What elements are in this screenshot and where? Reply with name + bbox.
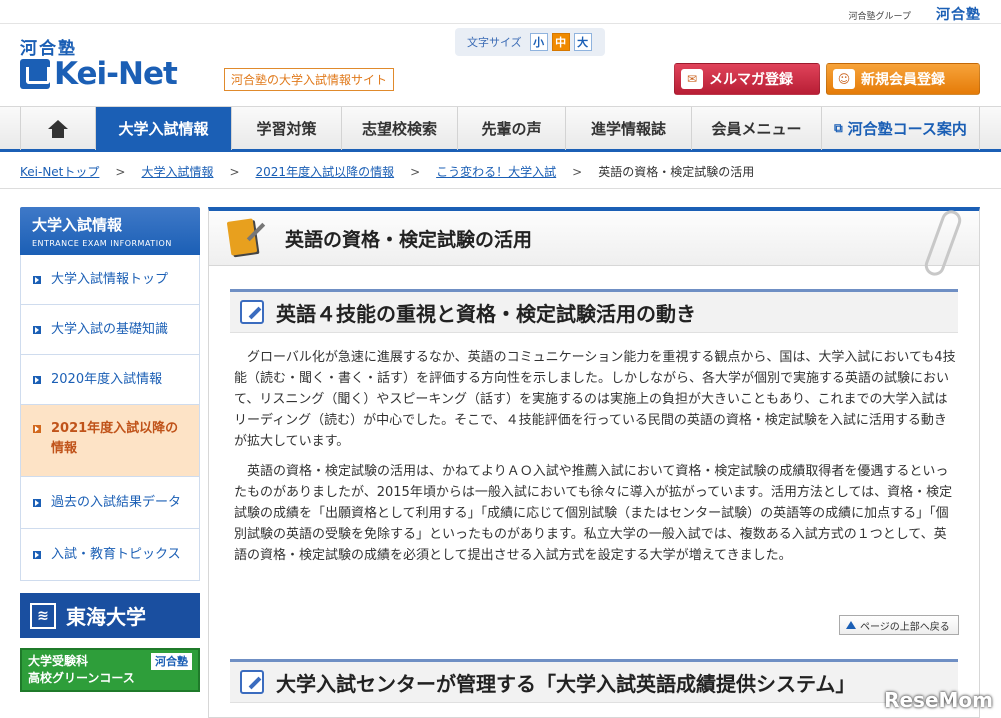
section-title-1: 英語４技能の重視と資格・検定試験活用の動き [276, 301, 696, 326]
arrow-bullet-icon [33, 275, 41, 284]
nav-exam-info[interactable]: 大学入試情報 [96, 107, 232, 150]
site-tagline: 河合塾の大学入試情報サイト [224, 68, 395, 91]
mailmag-register-button[interactable]: ✉ メルマガ登録 [674, 63, 820, 95]
nav-course-guide[interactable]: ⧉ 河合塾コース案内 [822, 107, 980, 150]
kei-net-logo-word: Kei-Net [54, 56, 178, 92]
font-size-label: 文字サイズ [467, 36, 522, 49]
arrow-bullet-icon [33, 550, 41, 559]
breadcrumb-exam-info[interactable]: 大学入試情報 [141, 163, 213, 180]
font-size-selector: 文字サイズ 小 中 大 [455, 28, 605, 56]
tokai-banner-label: 東海大学 [66, 605, 146, 629]
back-to-top-button[interactable]: ページの上部へ戻る [839, 615, 959, 635]
green-course-logo: 河合塾 [151, 653, 192, 670]
tokai-logo-icon: ≋ [30, 602, 56, 629]
breadcrumb-divider [0, 188, 1001, 189]
kei-net-logo[interactable]: Kei-Net [20, 56, 178, 92]
font-size-medium-button[interactable]: 中 [551, 33, 570, 51]
green-course-banner[interactable]: 大学受験科 高校グリーンコース 河合塾 [20, 648, 200, 692]
paragraph-1: グローバル化が急速に進展するなか、英語のコミュニケーション能力を重視する観点から… [234, 350, 956, 449]
breadcrumb-current: 英語の資格・検定試験の活用 [598, 165, 755, 179]
breadcrumb-separator: > [229, 164, 240, 179]
sidebar-item-label: 大学入試情報トップ [51, 271, 169, 287]
section-heading-1: 英語４技能の重視と資格・検定試験活用の動き [230, 289, 958, 333]
section-title-2: 大学入試センターが管理する「大学入試英語成績提供システム」 [276, 671, 856, 696]
resemom-watermark: ReseMom [884, 688, 993, 712]
paragraph-2: 英語の資格・検定試験の活用は、かねてよりＡＯ入試や推薦入試において資格・検定試験… [234, 464, 953, 563]
nav-magazine[interactable]: 進学情報誌 [566, 107, 692, 150]
section-heading-2: 大学入試センターが管理する「大学入試英語成績提供システム」 [230, 659, 958, 703]
sidebar-item-2021[interactable]: 2021年度入試以降の情報 [20, 405, 200, 477]
sidebar-subtitle: ENTRANCE EXAM INFORMATION [32, 239, 172, 248]
member-register-button[interactable]: ☺ 新規会員登録 [826, 63, 980, 95]
main-nav: 大学入試情報 学習対策 志望校検索 先輩の声 進学情報誌 会員メニュー ⧉ 河合… [0, 106, 1001, 152]
member-register-label: 新規会員登録 [861, 72, 945, 88]
sidebar-item-past-data[interactable]: 過去の入試結果データ [20, 477, 200, 529]
tokai-university-banner[interactable]: ≋ 東海大学 [20, 593, 200, 638]
sidebar-item-topics[interactable]: 入試・教育トピックス [20, 529, 200, 581]
sidebar-title: 大学入試情報 [32, 216, 123, 234]
sidebar: 大学入試情報 ENTRANCE EXAM INFORMATION 大学入試情報ト… [20, 207, 200, 581]
sidebar-item-label: 大学入試の基礎知識 [51, 321, 169, 337]
group-logo[interactable]: 河合塾 [936, 4, 981, 24]
sidebar-item-label: 過去の入試結果データ [51, 494, 182, 510]
arrow-bullet-icon [33, 325, 41, 334]
main-content: 英語の資格・検定試験の活用 英語４技能の重視と資格・検定試験活用の動き グローバ… [208, 207, 980, 718]
nav-member-menu[interactable]: 会員メニュー [692, 107, 822, 150]
nav-course-guide-label: 河合塾コース案内 [847, 120, 967, 138]
edit-icon [240, 300, 264, 324]
sidebar-item-top[interactable]: 大学入試情報トップ [20, 255, 200, 305]
people-icon: ☺ [833, 69, 855, 89]
arrow-bullet-icon [33, 498, 41, 507]
breadcrumb: Kei-Netトップ > 大学入試情報 > 2021年度入試以降の情報 > こう… [20, 163, 754, 180]
font-size-large-button[interactable]: 大 [573, 33, 592, 51]
nav-senpai[interactable]: 先輩の声 [458, 107, 566, 150]
mail-icon: ✉ [681, 69, 703, 89]
kei-net-logo-icon [20, 59, 50, 89]
nav-study[interactable]: 学習対策 [232, 107, 342, 150]
home-icon [48, 119, 68, 138]
breadcrumb-separator: > [410, 164, 421, 179]
breadcrumb-separator: > [572, 164, 583, 179]
arrow-bullet-icon [33, 425, 41, 433]
mailmag-register-label: メルマガ登録 [709, 72, 793, 88]
up-arrow-icon [846, 621, 856, 629]
notebook-icon [223, 218, 263, 258]
sidebar-item-label: 2020年度入試情報 [51, 371, 163, 387]
group-text: 河合塾グループ [848, 12, 911, 22]
top-strip: 河合塾グループ 河合塾 [0, 0, 1001, 24]
nav-school-search[interactable]: 志望校検索 [342, 107, 458, 150]
breadcrumb-top[interactable]: Kei-Netトップ [20, 163, 99, 180]
breadcrumb-separator: > [115, 164, 126, 179]
page-header: 英語の資格・検定試験の活用 [209, 211, 979, 266]
sidebar-item-2020[interactable]: 2020年度入試情報 [20, 355, 200, 405]
breadcrumb-changes[interactable]: こう変わる！大学入試 [436, 163, 556, 180]
arrow-bullet-icon [33, 375, 41, 384]
sidebar-header: 大学入試情報 ENTRANCE EXAM INFORMATION [20, 207, 200, 255]
sidebar-item-label: 入試・教育トピックス [51, 546, 181, 562]
external-link-icon: ⧉ [834, 121, 843, 135]
edit-icon [240, 670, 264, 694]
sidebar-item-basics[interactable]: 大学入試の基礎知識 [20, 305, 200, 355]
font-size-small-button[interactable]: 小 [529, 33, 548, 51]
green-course-line2: 高校グリーンコース [28, 671, 135, 685]
page-title: 英語の資格・検定試験の活用 [285, 228, 533, 251]
nav-home[interactable] [20, 107, 96, 150]
sidebar-item-label: 2021年度入試以降の情報 [51, 421, 179, 456]
back-to-top-label: ページの上部へ戻る [860, 621, 950, 633]
breadcrumb-2021[interactable]: 2021年度入試以降の情報 [256, 163, 395, 180]
